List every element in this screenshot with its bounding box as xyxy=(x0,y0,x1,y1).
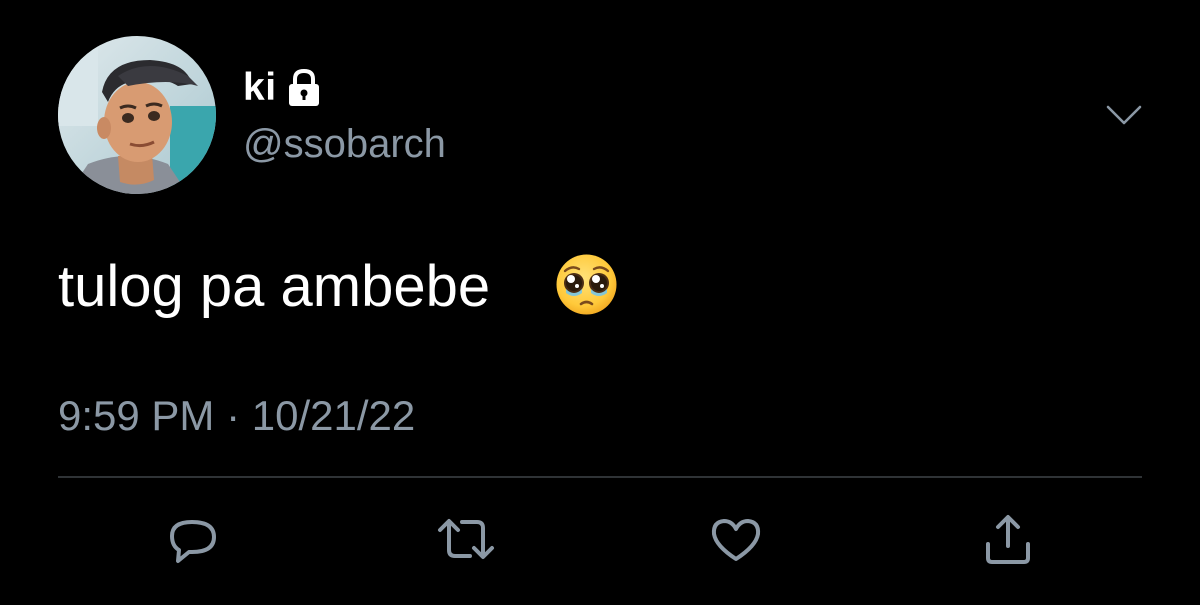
display-name-row[interactable]: ki xyxy=(243,66,322,110)
heart-icon xyxy=(711,519,761,561)
reply-icon xyxy=(170,520,216,563)
reply-button[interactable] xyxy=(164,512,224,568)
share-button[interactable] xyxy=(978,512,1038,568)
chevron-down-icon[interactable] xyxy=(1104,102,1144,128)
lock-icon xyxy=(286,68,322,108)
avatar[interactable] xyxy=(58,36,216,194)
retweet-button[interactable] xyxy=(436,512,496,568)
retweet-icon xyxy=(438,519,494,559)
pleading-face-emoji xyxy=(555,253,618,316)
tweet-text: tulog pa ambebe xyxy=(58,254,491,319)
tweet-card: ki @ssobarch tulog pa ambebe 9:59 PM · 1… xyxy=(0,0,1200,605)
like-button[interactable] xyxy=(706,512,766,568)
share-icon xyxy=(986,515,1030,564)
user-handle[interactable]: @ssobarch xyxy=(243,120,446,168)
tweet-timestamp[interactable]: 9:59 PM · 10/21/22 xyxy=(58,392,415,440)
display-name[interactable]: ki xyxy=(243,66,277,110)
divider xyxy=(58,476,1142,478)
